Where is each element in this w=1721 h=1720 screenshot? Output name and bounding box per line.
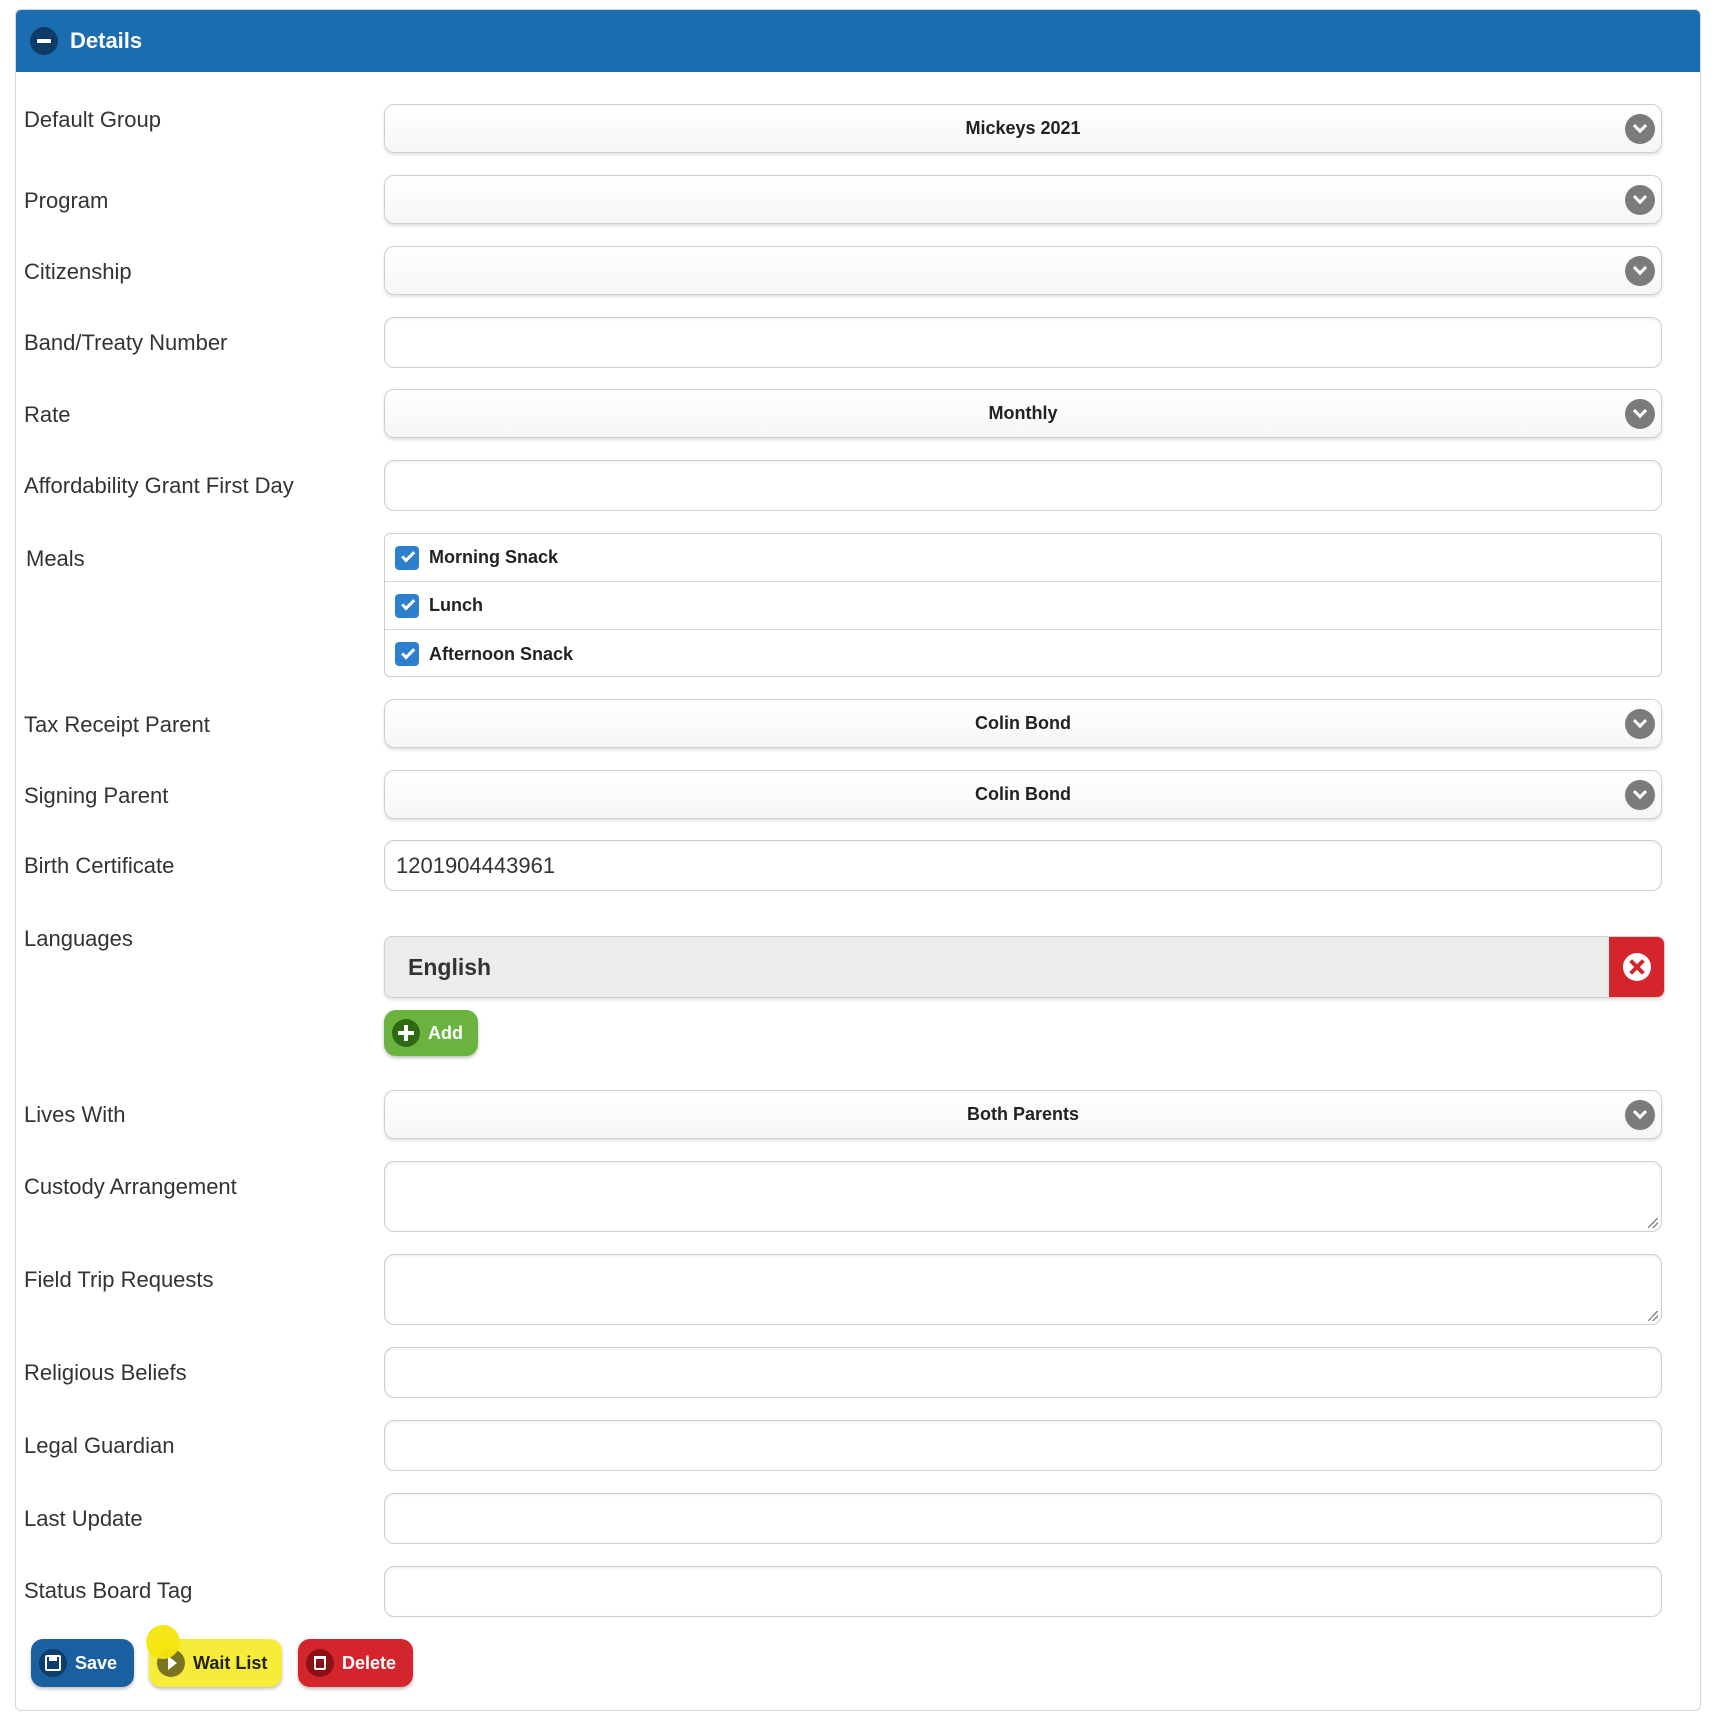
details-header[interactable]: Details [16, 10, 1700, 72]
delete-button-label: Delete [342, 1652, 397, 1673]
custody-arrangement-textarea[interactable] [384, 1161, 1662, 1232]
citizenship-select[interactable] [384, 246, 1662, 295]
plus-circle-icon [392, 1019, 420, 1047]
wait-list-button-label: Wait List [193, 1652, 268, 1673]
religious-beliefs-label: Religious Beliefs [24, 1360, 187, 1385]
last-update-label: Last Update [24, 1506, 143, 1531]
band-treaty-number-label: Band/Treaty Number [24, 330, 228, 355]
default-group-value: Mickeys 2021 [965, 118, 1081, 138]
lives-with-value: Both Parents [966, 1104, 1080, 1124]
save-button[interactable]: Save [31, 1639, 134, 1687]
custody-arrangement-label: Custody Arrangement [24, 1174, 237, 1199]
signing-parent-value: Colin Bond [975, 784, 1071, 804]
citizenship-label: Citizenship [24, 259, 132, 284]
last-update-input[interactable] [384, 1493, 1662, 1544]
chevron-down-icon [1625, 399, 1655, 429]
trash-icon [306, 1649, 334, 1677]
legal-guardian-label: Legal Guardian [24, 1433, 175, 1458]
checkbox-checked-icon[interactable] [395, 545, 419, 570]
panel-title: Details [70, 28, 143, 53]
program-select[interactable] [384, 175, 1662, 224]
tax-receipt-parent-label: Tax Receipt Parent [24, 712, 210, 737]
signing-parent-select[interactable]: Colin Bond [384, 770, 1662, 819]
lives-with-select[interactable]: Both Parents [384, 1090, 1662, 1139]
chevron-down-icon [1625, 185, 1655, 215]
collapse-minus-icon[interactable] [30, 27, 58, 55]
birth-certificate-input[interactable]: 1201904443961 [384, 840, 1662, 891]
meal-option-label: Afternoon Snack [429, 643, 574, 664]
meal-option-afternoon-snack[interactable]: Afternoon Snack [385, 630, 1661, 678]
meals-list: Morning Snack Lunch Afternoon Snack [384, 533, 1662, 677]
chevron-down-icon [1625, 114, 1655, 144]
meals-label: Meals [26, 546, 85, 571]
rate-label: Rate [24, 402, 71, 427]
affordability-grant-label: Affordability Grant First Day [24, 473, 294, 498]
birth-certificate-label: Birth Certificate [24, 853, 175, 878]
meal-option-label: Lunch [429, 595, 483, 615]
tax-receipt-parent-value: Colin Bond [975, 713, 1071, 733]
program-label: Program [24, 188, 109, 213]
rate-select[interactable]: Monthly [384, 389, 1662, 438]
rate-value: Monthly [988, 403, 1058, 423]
field-trip-requests-textarea[interactable] [384, 1254, 1662, 1325]
default-group-select[interactable]: Mickeys 2021 [384, 104, 1662, 153]
band-treaty-number-input[interactable] [384, 317, 1662, 368]
field-trip-requests-label: Field Trip Requests [24, 1267, 214, 1292]
status-board-tag-input[interactable] [384, 1566, 1662, 1617]
chevron-down-icon [1625, 1100, 1655, 1130]
resize-handle-icon[interactable] [1648, 1311, 1658, 1321]
remove-language-button[interactable] [1609, 937, 1664, 997]
meal-option-label: Morning Snack [429, 547, 559, 567]
default-group-label: Default Group [24, 107, 161, 132]
checkbox-checked-icon[interactable] [395, 642, 419, 666]
meal-option-lunch[interactable]: Lunch [385, 582, 1661, 630]
chevron-down-icon [1625, 709, 1655, 739]
status-board-tag-label: Status Board Tag [24, 1578, 193, 1603]
resize-handle-icon[interactable] [1648, 1218, 1658, 1228]
language-item-label: English [408, 954, 492, 980]
religious-beliefs-input[interactable] [384, 1347, 1662, 1398]
tax-receipt-parent-select[interactable]: Colin Bond [384, 699, 1662, 748]
meal-option-morning-snack[interactable]: Morning Snack [385, 534, 1661, 582]
checkbox-checked-icon[interactable] [395, 593, 419, 618]
add-language-button[interactable]: Add [384, 1010, 478, 1056]
chevron-down-icon [1625, 256, 1655, 286]
save-button-label: Save [75, 1652, 118, 1673]
cursor-highlight [146, 1625, 180, 1659]
lives-with-label: Lives With [24, 1102, 126, 1127]
chevron-down-icon [1625, 780, 1655, 810]
delete-button[interactable]: Delete [298, 1639, 413, 1687]
signing-parent-label: Signing Parent [24, 783, 169, 808]
add-button-label: Add [428, 1022, 463, 1043]
language-item: English [384, 936, 1665, 998]
legal-guardian-input[interactable] [384, 1420, 1662, 1471]
languages-label: Languages [24, 926, 133, 951]
floppy-disk-icon [39, 1649, 67, 1677]
affordability-grant-input[interactable] [384, 460, 1662, 511]
close-icon [1622, 953, 1651, 981]
